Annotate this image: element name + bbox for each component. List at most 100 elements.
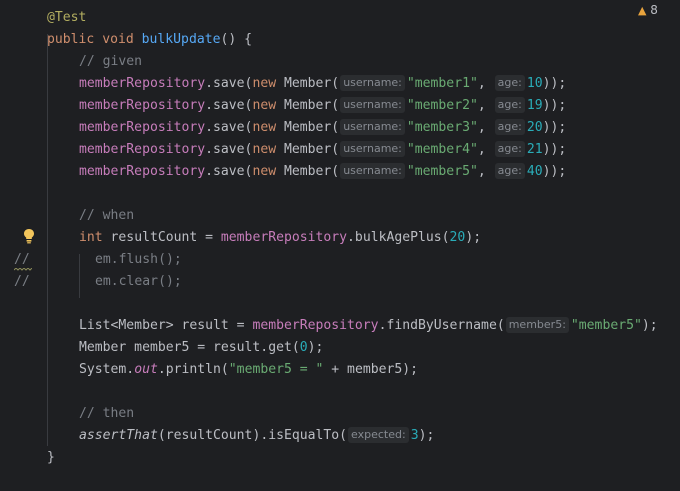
method-assert-that: assertThat	[79, 428, 158, 443]
number-literal: 40	[526, 164, 543, 179]
param-hint-username: username:	[340, 97, 405, 113]
call-find-by-username: .findByUsername(	[378, 318, 505, 333]
line-end: ));	[542, 164, 567, 179]
number-literal: 10	[526, 76, 543, 91]
field-member-repository: memberRepository	[252, 318, 379, 333]
static-field-out: out	[134, 362, 158, 377]
find-prefix: List<Member> result =	[79, 318, 253, 333]
line-end: );	[418, 428, 435, 443]
line-comment-marker: //	[14, 274, 30, 289]
field-member-repository: memberRepository	[220, 230, 348, 245]
comma: ,	[477, 164, 494, 179]
field-member-repository: memberRepository	[79, 76, 206, 91]
param-hint-member5: member5:	[505, 317, 569, 333]
comma: ,	[477, 120, 494, 135]
code-line-comment-when[interactable]: // when	[0, 205, 680, 227]
comment-when: // when	[79, 208, 135, 223]
code-line-save[interactable]: memberRepository.save(new Member(usernam…	[0, 73, 680, 95]
string-literal: "member5"	[406, 164, 478, 179]
line-end: ));	[542, 98, 567, 113]
param-hint-age: age:	[494, 75, 525, 91]
line-end: ));	[542, 120, 567, 135]
comma: ,	[477, 76, 494, 91]
param-hint-age: age:	[494, 141, 525, 157]
param-hint-username: username:	[340, 119, 405, 135]
param-hint-username: username:	[340, 75, 405, 91]
annotation-test: @Test	[47, 10, 87, 25]
keyword-new: new	[252, 142, 277, 157]
field-member-repository: memberRepository	[79, 120, 206, 135]
param-hint-age: age:	[494, 163, 525, 179]
comment-given: // given	[79, 54, 143, 69]
line-end: );	[465, 230, 482, 245]
number-literal: 21	[526, 142, 543, 157]
get-prefix: Member member5 = result.get(	[79, 340, 300, 355]
code-line-get[interactable]: Member member5 = result.get(0);	[0, 337, 680, 359]
code-line-save[interactable]: memberRepository.save(new Member(usernam…	[0, 95, 680, 117]
class-member: Member(	[276, 142, 340, 157]
call-println: .println(	[157, 362, 229, 377]
string-literal: "member5 = "	[228, 362, 324, 377]
code-line-annotation[interactable]: @Test	[0, 7, 680, 29]
code-line-signature[interactable]: public void bulkUpdate() {	[0, 29, 680, 51]
line-end: + member5);	[323, 362, 419, 377]
comma: ,	[477, 142, 494, 157]
number-literal: 3	[410, 428, 419, 443]
signature-rest: () {	[220, 32, 253, 47]
line-end: ));	[542, 142, 567, 157]
code-line-save[interactable]: memberRepository.save(new Member(usernam…	[0, 139, 680, 161]
param-hint-age: age:	[494, 119, 525, 135]
number-literal: 19	[526, 98, 543, 113]
number-literal: 0	[299, 340, 308, 355]
field-member-repository: memberRepository	[79, 164, 206, 179]
method-name: bulkUpdate	[141, 32, 221, 47]
call-save: .save(	[205, 142, 253, 157]
call-save: .save(	[205, 164, 253, 179]
commented-flush: em.flush();	[95, 252, 182, 267]
code-line-find-by-username[interactable]: List<Member> result = memberRepository.f…	[0, 315, 680, 337]
commented-clear: em.clear();	[95, 274, 182, 289]
class-member: Member(	[276, 120, 340, 135]
code-line-commented-clear[interactable]: // em.clear();	[0, 271, 680, 293]
code-line-comment-then[interactable]: // then	[0, 403, 680, 425]
keyword-public: public	[47, 32, 95, 47]
code-line-bulk-update[interactable]: int resultCount = memberRepository.bulkA…	[0, 227, 680, 249]
line-end: ));	[542, 76, 567, 91]
code-line-assert[interactable]: assertThat(resultCount).isEqualTo(expect…	[0, 425, 680, 447]
code-line-save[interactable]: memberRepository.save(new Member(usernam…	[0, 117, 680, 139]
number-literal: 20	[449, 230, 466, 245]
param-hint-age: age:	[494, 97, 525, 113]
class-member: Member(	[276, 164, 340, 179]
line-end: );	[307, 340, 324, 355]
field-member-repository: memberRepository	[79, 98, 206, 113]
string-literal: "member3"	[406, 120, 478, 135]
code-line-comment-given[interactable]: // given	[0, 51, 680, 73]
string-literal: "member2"	[406, 98, 478, 113]
code-line-commented-flush[interactable]: // em.flush();	[0, 249, 680, 271]
call-save: .save(	[205, 76, 253, 91]
code-line-save[interactable]: memberRepository.save(new Member(usernam…	[0, 161, 680, 183]
string-literal: "member5"	[570, 318, 642, 333]
call-save: .save(	[205, 98, 253, 113]
keyword-new: new	[252, 98, 277, 113]
class-member: Member(	[276, 76, 340, 91]
keyword-new: new	[252, 120, 277, 135]
string-literal: "member1"	[406, 76, 478, 91]
code-line-println[interactable]: System.out.println("member5 = " + member…	[0, 359, 680, 381]
param-hint-username: username:	[340, 141, 405, 157]
keyword-new: new	[252, 164, 277, 179]
keyword-void: void	[102, 32, 134, 47]
line-end: );	[641, 318, 658, 333]
call-save: .save(	[205, 120, 253, 135]
keyword-int: int	[79, 230, 103, 245]
param-hint-expected: expected:	[348, 427, 409, 443]
close-brace: }	[47, 450, 55, 465]
comma: ,	[477, 98, 494, 113]
code-line-close-brace[interactable]: }	[0, 447, 680, 469]
keyword-new: new	[252, 76, 277, 91]
class-member: Member(	[276, 98, 340, 113]
string-literal: "member4"	[406, 142, 478, 157]
var-result-count: resultCount =	[102, 230, 221, 245]
system-class: System.	[79, 362, 135, 377]
field-member-repository: memberRepository	[79, 142, 206, 157]
